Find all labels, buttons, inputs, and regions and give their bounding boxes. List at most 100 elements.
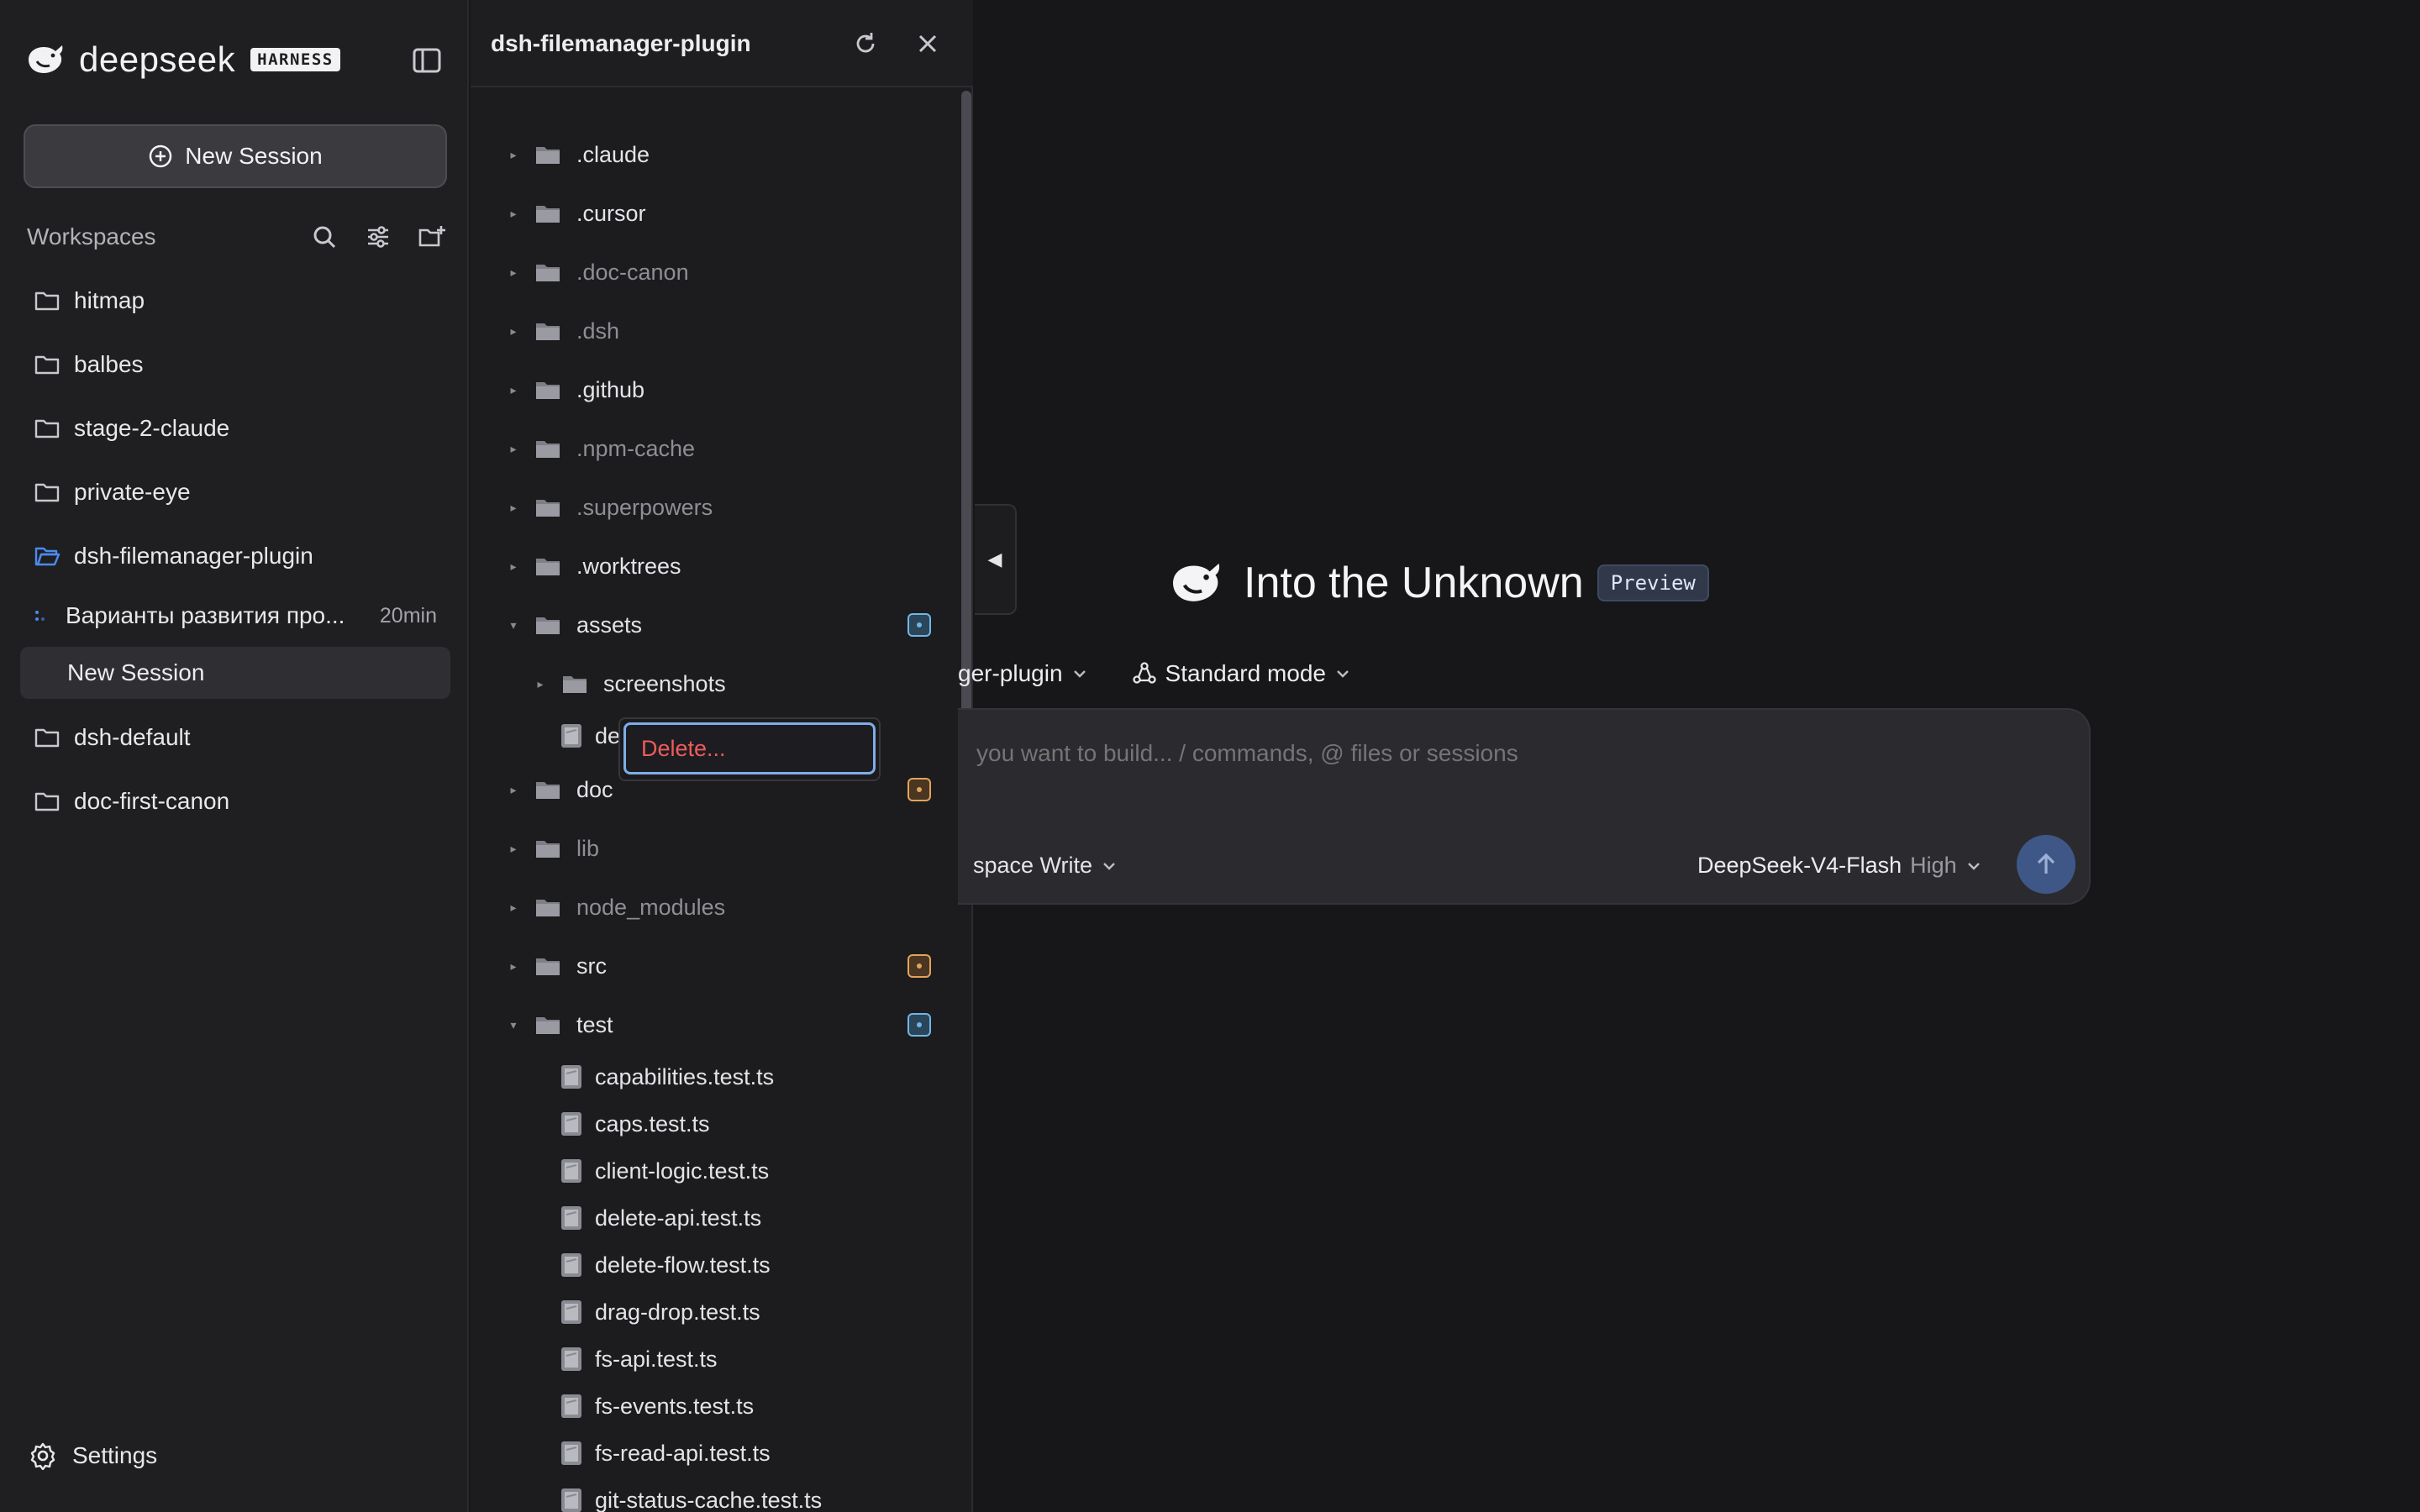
new-session-button[interactable]: New Session bbox=[24, 124, 447, 188]
tree-item-label: .superpowers bbox=[576, 494, 713, 520]
chevron-right-icon[interactable]: ▸ bbox=[506, 842, 521, 856]
tree-file[interactable]: capabilities.test.ts bbox=[471, 1058, 958, 1095]
file-tree-scrollbar[interactable] bbox=[961, 91, 971, 722]
workspace-label: dsh-default bbox=[74, 724, 191, 750]
file-icon bbox=[561, 1206, 581, 1230]
send-button[interactable] bbox=[2017, 835, 2075, 894]
tree-folder[interactable]: ▸ .doc-canon bbox=[471, 254, 958, 291]
tree-file[interactable]: delete-api.test.ts bbox=[471, 1200, 958, 1236]
folder-icon bbox=[34, 728, 60, 748]
tree-item-label: client-logic.test.ts bbox=[595, 1158, 770, 1184]
search-icon[interactable] bbox=[309, 222, 339, 252]
workspace-list: hitmap balbes stage-2-claude private-eye dsh… bbox=[20, 269, 450, 833]
tree-file[interactable]: delete-flow.test.ts bbox=[471, 1247, 958, 1284]
session-item[interactable]: Варианты развития про... 20min bbox=[20, 588, 450, 643]
filter-sliders-icon[interactable] bbox=[363, 222, 393, 252]
git-status-badge bbox=[908, 1013, 931, 1037]
tree-folder[interactable]: ▸ .dsh bbox=[471, 312, 958, 349]
tree-file[interactable]: fs-api.test.ts bbox=[471, 1341, 958, 1378]
folder-icon bbox=[34, 355, 60, 375]
settings-button[interactable]: Settings bbox=[29, 1441, 157, 1470]
tree-file[interactable]: git-status-cache.test.ts bbox=[471, 1482, 958, 1512]
tree-item-label: delete-api.test.ts bbox=[595, 1205, 762, 1231]
tree-folder[interactable]: ▸ screenshots bbox=[471, 665, 958, 702]
workspace-item[interactable]: stage-2-claude bbox=[20, 396, 450, 460]
mode-selector[interactable]: Standard mode bbox=[1132, 660, 1351, 687]
chevron-right-icon[interactable]: ▸ bbox=[506, 900, 521, 915]
chevron-right-icon[interactable]: ▸ bbox=[506, 559, 521, 574]
gear-icon bbox=[30, 1442, 55, 1470]
chevron-right-icon[interactable]: ▸ bbox=[506, 959, 521, 974]
file-icon bbox=[561, 1394, 581, 1418]
permission-label: space Write bbox=[973, 853, 1093, 878]
tree-folder[interactable]: ▸ .worktrees bbox=[471, 548, 958, 585]
file-icon bbox=[561, 1159, 581, 1183]
tree-item-label: test bbox=[576, 1011, 613, 1037]
tree-folder[interactable]: ▸ node_modules bbox=[471, 889, 958, 926]
chevron-right-icon[interactable]: ▸ bbox=[506, 442, 521, 456]
refresh-icon[interactable] bbox=[850, 29, 881, 59]
file-manager-title: dsh-filemanager-plugin bbox=[491, 30, 751, 56]
deepseek-whale-logo-icon bbox=[29, 45, 63, 73]
workspace-label: balbes bbox=[74, 351, 144, 377]
chevron-down-icon bbox=[1073, 670, 1086, 678]
tree-item-label: lib bbox=[576, 835, 600, 861]
tree-folder[interactable]: ▸ lib bbox=[471, 830, 958, 867]
chevron-down-icon[interactable]: ▾ bbox=[506, 1018, 521, 1032]
mode-selector-label: Standard mode bbox=[1165, 660, 1326, 686]
workspace-item[interactable]: hitmap bbox=[20, 269, 450, 333]
workspace-item[interactable]: dsh-filemanager-plugin bbox=[20, 524, 450, 588]
chevron-right-icon[interactable]: ▸ bbox=[506, 148, 521, 162]
session-status-dots-icon bbox=[35, 611, 45, 621]
workspace-label: dsh-filemanager-plugin bbox=[74, 543, 313, 569]
context-menu-delete[interactable]: Delete... bbox=[623, 722, 876, 774]
tree-file[interactable]: fs-events.test.ts bbox=[471, 1388, 958, 1425]
current-session-item[interactable]: New Session bbox=[20, 647, 450, 699]
tree-folder[interactable]: ▸ .superpowers bbox=[471, 489, 958, 526]
tree-file[interactable]: fs-read-api.test.ts bbox=[471, 1435, 958, 1472]
file-icon bbox=[561, 1112, 581, 1136]
chevron-right-icon[interactable]: ▸ bbox=[506, 207, 521, 221]
workspace-item[interactable]: balbes bbox=[20, 333, 450, 396]
chevron-right-icon[interactable]: ▸ bbox=[506, 265, 521, 280]
workspace-item[interactable]: dsh-default bbox=[20, 706, 450, 769]
settings-label: Settings bbox=[72, 1442, 158, 1468]
model-selector[interactable]: DeepSeek-V4-Flash High bbox=[1697, 853, 1982, 879]
new-folder-icon[interactable] bbox=[417, 222, 447, 252]
file-icon bbox=[561, 1253, 581, 1277]
tree-file[interactable]: drag-drop.test.ts bbox=[471, 1294, 958, 1331]
tree-folder[interactable]: ▾ test bbox=[471, 1006, 958, 1043]
deepseek-whale-logo-icon bbox=[1173, 563, 1220, 601]
chevron-down-icon[interactable]: ▾ bbox=[506, 618, 521, 633]
tree-folder[interactable]: ▸ .claude bbox=[471, 136, 958, 173]
folder-open-icon bbox=[34, 547, 60, 566]
folder-icon bbox=[536, 900, 560, 916]
tree-file[interactable]: client-logic.test.ts bbox=[471, 1152, 958, 1189]
chevron-right-icon[interactable]: ▸ bbox=[506, 383, 521, 397]
tree-folder[interactable]: ▸ .npm-cache bbox=[471, 430, 958, 467]
chevron-right-icon[interactable]: ▸ bbox=[506, 324, 521, 339]
folder-icon bbox=[536, 617, 560, 634]
workspaces-header: Workspaces bbox=[27, 220, 447, 254]
tree-file[interactable]: caps.test.ts bbox=[471, 1105, 958, 1142]
close-icon[interactable] bbox=[913, 29, 943, 59]
permission-selector[interactable]: space Write bbox=[973, 853, 1118, 879]
chevron-right-icon[interactable]: ▸ bbox=[506, 783, 521, 797]
workspace-item[interactable]: private-eye bbox=[20, 460, 450, 524]
workspace-item[interactable]: doc-first-canon bbox=[20, 769, 450, 833]
workspace-selector[interactable]: ger-plugin bbox=[958, 660, 1088, 687]
app-root: deepseek HARNESS New Session Workspaces bbox=[0, 0, 2420, 1512]
tree-item-label: drag-drop.test.ts bbox=[595, 1299, 760, 1325]
chevron-right-icon[interactable]: ▸ bbox=[506, 501, 521, 515]
tree-folder[interactable]: ▾ assets bbox=[471, 606, 958, 643]
tree-folder[interactable]: ▸ .cursor bbox=[471, 195, 958, 232]
tree-folder[interactable]: ▸ .github bbox=[471, 371, 958, 408]
file-manager-header: dsh-filemanager-plugin bbox=[471, 0, 973, 87]
prompt-input[interactable] bbox=[976, 740, 1985, 767]
collapse-panel-button[interactable]: ◀ bbox=[975, 504, 1017, 615]
tree-item-label: .claude bbox=[576, 141, 650, 167]
chevron-right-icon[interactable]: ▸ bbox=[533, 677, 548, 691]
session-time: 20min bbox=[379, 603, 437, 627]
tree-folder[interactable]: ▸ src bbox=[471, 948, 958, 984]
toggle-sidebar-icon[interactable] bbox=[410, 44, 444, 77]
